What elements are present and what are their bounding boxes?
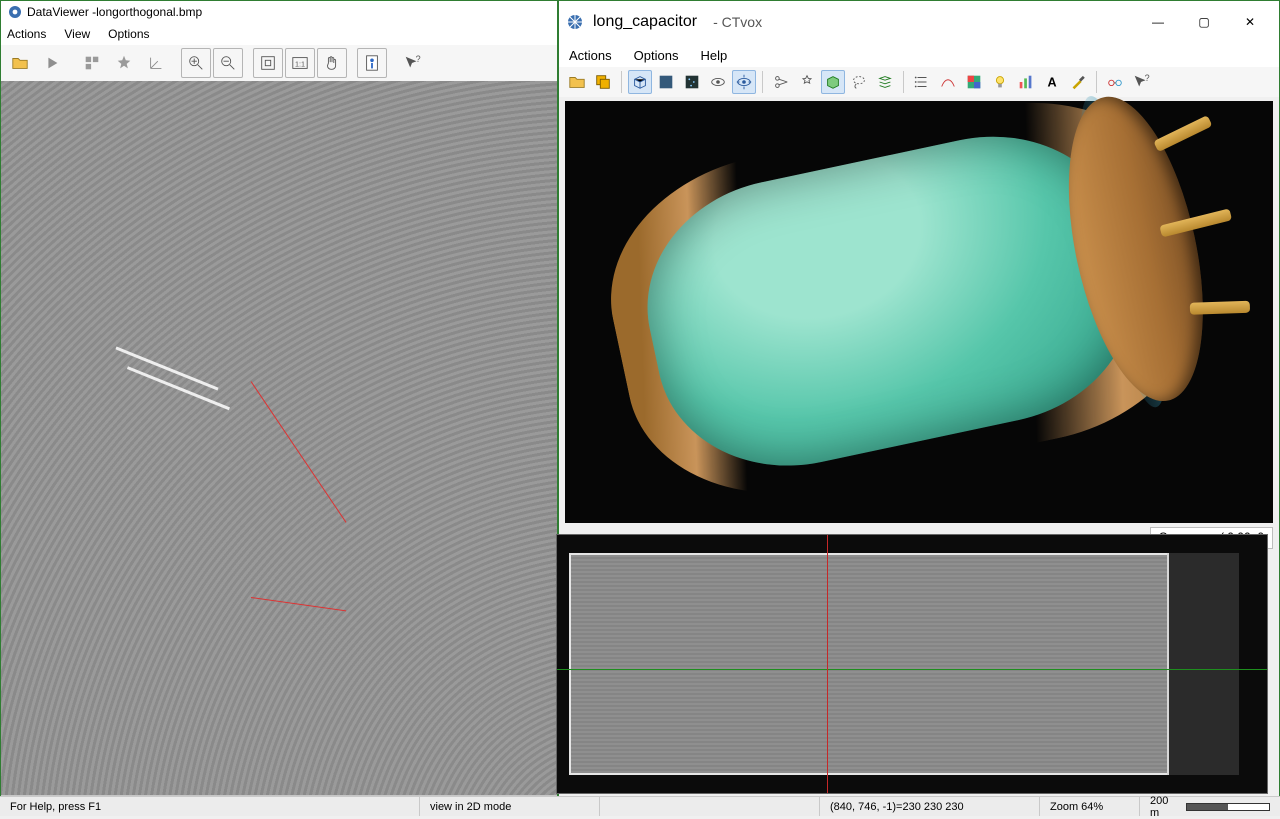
boundbox-icon[interactable] [821,70,845,94]
noise-icon[interactable] [680,70,704,94]
status-mode-label: view in 2D mode [420,797,600,816]
status-coord-readout: (840, 746, -1)=230 230 230 [820,797,1040,816]
dataviewer-app-icon [7,4,23,20]
curve-icon[interactable] [936,70,960,94]
ctvox-toolbar: A ? [559,67,1279,97]
bulb-icon[interactable] [988,70,1012,94]
layers-icon[interactable] [591,70,615,94]
hist-icon[interactable] [1014,70,1038,94]
ctvox-title: long_capacitor [593,13,697,31]
ctvox-app-icon [567,14,583,30]
window-controls: — ▢ ✕ [1135,6,1273,38]
list-icon[interactable] [910,70,934,94]
zoom-in-icon[interactable] [181,48,211,78]
play-icon[interactable] [37,48,67,78]
eye-target-icon[interactable] [732,70,756,94]
open-icon[interactable] [5,48,35,78]
grid-hide-icon[interactable] [77,48,107,78]
window-close-button[interactable]: ✕ [1227,6,1273,38]
dataviewer-window: DataViewer - longorthogonal.bmp Actions … [0,0,558,816]
zoom-out-icon[interactable] [213,48,243,78]
dataviewer-title-prefix: DataViewer - [27,5,96,19]
one-to-one-icon[interactable]: 1:1 [285,48,315,78]
dither-icon[interactable] [654,70,678,94]
pan-hand-icon[interactable] [317,48,347,78]
ctvox-menubar: Actions Options Help [559,43,1279,67]
svg-text:?: ? [416,54,421,64]
menu-actions[interactable]: Actions [7,27,46,41]
rendered-capacitor [586,72,1224,523]
scale-bar-icon [1186,803,1270,811]
info-page-icon[interactable] [357,48,387,78]
dataviewer-titlebar: DataViewer - longorthogonal.bmp [1,1,557,23]
palette-icon[interactable] [962,70,986,94]
cube-icon[interactable] [628,70,652,94]
dataviewer-menubar: Actions View Options [1,23,557,45]
help-arrow-icon[interactable]: ? [397,48,427,78]
svg-text:1:1: 1:1 [295,60,305,69]
svg-text:A: A [1047,76,1056,90]
menu-help[interactable]: Help [700,48,727,63]
crosshair-vertical[interactable] [827,535,828,793]
global-statusbar: For Help, press F1 view in 2D mode (840,… [0,796,1280,816]
zoom-inset-panel[interactable] [1,81,233,313]
star-scissors-icon[interactable] [795,70,819,94]
open-icon[interactable] [565,70,589,94]
menu-view[interactable]: View [64,27,90,41]
dataviewer-filename: longorthogonal.bmp [96,5,202,19]
stack-icon[interactable] [873,70,897,94]
menu-options[interactable]: Options [108,27,149,41]
status-help-hint: For Help, press F1 [0,797,420,816]
menu-actions[interactable]: Actions [569,48,612,63]
crosshair-horizontal[interactable] [557,669,1267,670]
dataviewer-workspace [1,81,557,795]
dataviewer-toolbar: 1:1 ? [1,45,557,81]
volume-render-view[interactable] [565,101,1273,523]
eye-icon[interactable] [706,70,730,94]
fit-screen-icon[interactable] [253,48,283,78]
window-maximize-button[interactable]: ▢ [1181,6,1227,38]
status-scale-label: 200 m [1150,795,1178,819]
ctvox-titlebar: long_capacitor - CTvox — ▢ ✕ [559,1,1279,43]
menu-options[interactable]: Options [634,48,679,63]
lasso-icon[interactable] [847,70,871,94]
text-icon[interactable]: A [1040,70,1064,94]
window-minimize-button[interactable]: — [1135,6,1181,38]
star-icon[interactable] [109,48,139,78]
slice-view-sagittal[interactable] [556,534,1268,794]
axes-3d-icon[interactable] [141,48,171,78]
scissors-icon[interactable] [769,70,793,94]
status-zoom-label: Zoom 64% [1040,797,1140,816]
ctvox-app-suffix: - CTvox [713,14,762,30]
